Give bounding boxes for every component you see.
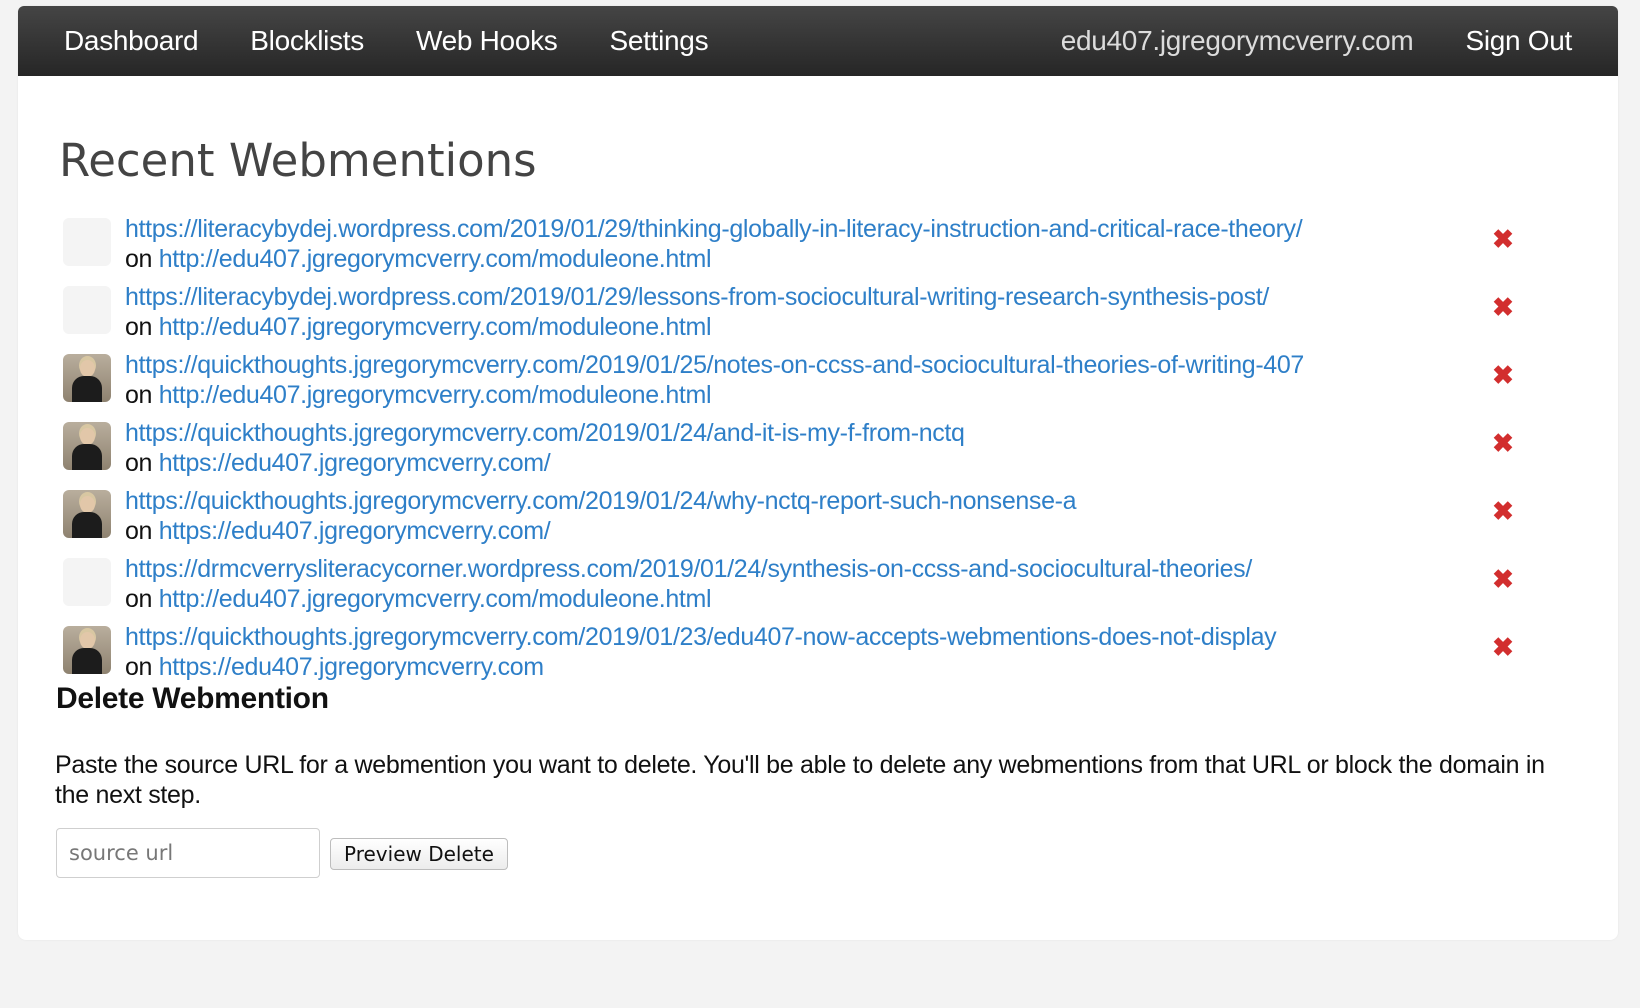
- delete-webmention-icon[interactable]: ✖: [1490, 430, 1516, 456]
- source-url-input[interactable]: [56, 828, 320, 878]
- webmention-target-line: on https://edu407.jgregorymcverry.com/: [125, 516, 1076, 546]
- on-label: on: [125, 653, 153, 681]
- delete-help-text: Paste the source URL for a webmention yo…: [55, 751, 1545, 809]
- top-navbar: Dashboard Blocklists Web Hooks Settings …: [18, 6, 1618, 76]
- avatar-body: [72, 648, 102, 674]
- webmention-list: https://literacybydej.wordpress.com/2019…: [63, 214, 1593, 690]
- delete-webmention-icon[interactable]: ✖: [1490, 498, 1516, 524]
- delete-webmention-icon[interactable]: ✖: [1490, 566, 1516, 592]
- author-avatar: [63, 422, 111, 470]
- webmention-text: https://quickthoughts.jgregorymcverry.co…: [125, 350, 1304, 410]
- webmention-target-line: on http://edu407.jgregorymcverry.com/mod…: [125, 312, 1269, 342]
- app-frame: Dashboard Blocklists Web Hooks Settings …: [18, 6, 1618, 940]
- webmention-target-link[interactable]: http://edu407.jgregorymcverry.com/module…: [159, 245, 712, 273]
- webmention-target-link[interactable]: https://edu407.jgregorymcverry.com/: [159, 449, 551, 477]
- author-avatar: [63, 218, 111, 266]
- webmention-target-line: on http://edu407.jgregorymcverry.com/mod…: [125, 244, 1302, 274]
- on-label: on: [125, 245, 153, 273]
- on-label: on: [125, 313, 153, 341]
- webmention-item: https://quickthoughts.jgregorymcverry.co…: [63, 418, 1593, 486]
- webmention-text: https://quickthoughts.jgregorymcverry.co…: [125, 418, 965, 478]
- avatar-body: [72, 444, 102, 470]
- nav-dashboard-link[interactable]: Dashboard: [64, 25, 199, 57]
- webmention-target-line: on https://edu407.jgregorymcverry.com: [125, 652, 1276, 682]
- on-label: on: [125, 517, 153, 545]
- webmention-source-link[interactable]: https://quickthoughts.jgregorymcverry.co…: [125, 622, 1277, 652]
- avatar-body: [72, 376, 102, 402]
- webmention-text: https://quickthoughts.jgregorymcverry.co…: [125, 486, 1077, 546]
- on-label: on: [125, 585, 153, 613]
- author-avatar: [63, 626, 111, 674]
- nav-settings-link[interactable]: Settings: [610, 25, 709, 57]
- webmention-target-link[interactable]: http://edu407.jgregorymcverry.com/module…: [159, 381, 712, 409]
- webmention-source-link[interactable]: https://literacybydej.wordpress.com/2019…: [125, 214, 1303, 244]
- webmention-text: https://literacybydej.wordpress.com/2019…: [125, 282, 1269, 342]
- avatar-head: [80, 360, 95, 377]
- webmention-text: https://literacybydej.wordpress.com/2019…: [125, 214, 1303, 274]
- webmention-text: https://drmcverrysliteracycorner.wordpre…: [125, 554, 1252, 614]
- webmention-item: https://quickthoughts.jgregorymcverry.co…: [63, 350, 1593, 418]
- webmention-target-link[interactable]: http://edu407.jgregorymcverry.com/module…: [159, 313, 712, 341]
- delete-webmention-icon[interactable]: ✖: [1490, 634, 1516, 660]
- avatar-body: [72, 512, 102, 538]
- webmention-target-line: on http://edu407.jgregorymcverry.com/mod…: [125, 380, 1304, 410]
- nav-blocklists-link[interactable]: Blocklists: [250, 25, 364, 57]
- webmention-source-link[interactable]: https://literacybydej.wordpress.com/2019…: [125, 282, 1269, 312]
- delete-webmention-icon[interactable]: ✖: [1490, 294, 1516, 320]
- delete-section-title: Delete Webmention: [56, 682, 329, 715]
- webmention-target-line: on http://edu407.jgregorymcverry.com/mod…: [125, 584, 1252, 614]
- webmention-text: https://quickthoughts.jgregorymcverry.co…: [125, 622, 1277, 682]
- author-avatar: [63, 354, 111, 402]
- webmention-item: https://literacybydej.wordpress.com/2019…: [63, 282, 1593, 350]
- on-label: on: [125, 449, 153, 477]
- author-avatar: [63, 286, 111, 334]
- webmention-source-link[interactable]: https://drmcverrysliteracycorner.wordpre…: [125, 554, 1252, 584]
- sign-out-link[interactable]: Sign Out: [1465, 25, 1572, 57]
- preview-delete-button[interactable]: Preview Delete: [330, 838, 508, 870]
- avatar-head: [80, 428, 95, 445]
- delete-webmention-icon[interactable]: ✖: [1490, 226, 1516, 252]
- webmention-target-link[interactable]: https://edu407.jgregorymcverry.com/: [159, 517, 551, 545]
- on-label: on: [125, 381, 153, 409]
- webmention-target-link[interactable]: http://edu407.jgregorymcverry.com/module…: [159, 585, 712, 613]
- avatar-head: [80, 496, 95, 513]
- webmention-item: https://drmcverrysliteracycorner.wordpre…: [63, 554, 1593, 622]
- webmention-item: https://quickthoughts.jgregorymcverry.co…: [63, 486, 1593, 554]
- webmention-source-link[interactable]: https://quickthoughts.jgregorymcverry.co…: [125, 418, 965, 448]
- webmention-item: https://literacybydej.wordpress.com/2019…: [63, 214, 1593, 282]
- nav-webhooks-link[interactable]: Web Hooks: [416, 25, 558, 57]
- nav-site-domain: edu407.jgregorymcverry.com: [1060, 25, 1414, 56]
- webmention-target-link[interactable]: https://edu407.jgregorymcverry.com: [159, 653, 544, 681]
- webmention-source-link[interactable]: https://quickthoughts.jgregorymcverry.co…: [125, 350, 1304, 380]
- page-title: Recent Webmentions: [59, 134, 537, 187]
- webmention-item: https://quickthoughts.jgregorymcverry.co…: [63, 622, 1593, 690]
- webmention-source-link[interactable]: https://quickthoughts.jgregorymcverry.co…: [125, 486, 1077, 516]
- delete-webmention-icon[interactable]: ✖: [1490, 362, 1516, 388]
- webmention-target-line: on https://edu407.jgregorymcverry.com/: [125, 448, 965, 478]
- author-avatar: [63, 558, 111, 606]
- avatar-head: [80, 632, 95, 649]
- author-avatar: [63, 490, 111, 538]
